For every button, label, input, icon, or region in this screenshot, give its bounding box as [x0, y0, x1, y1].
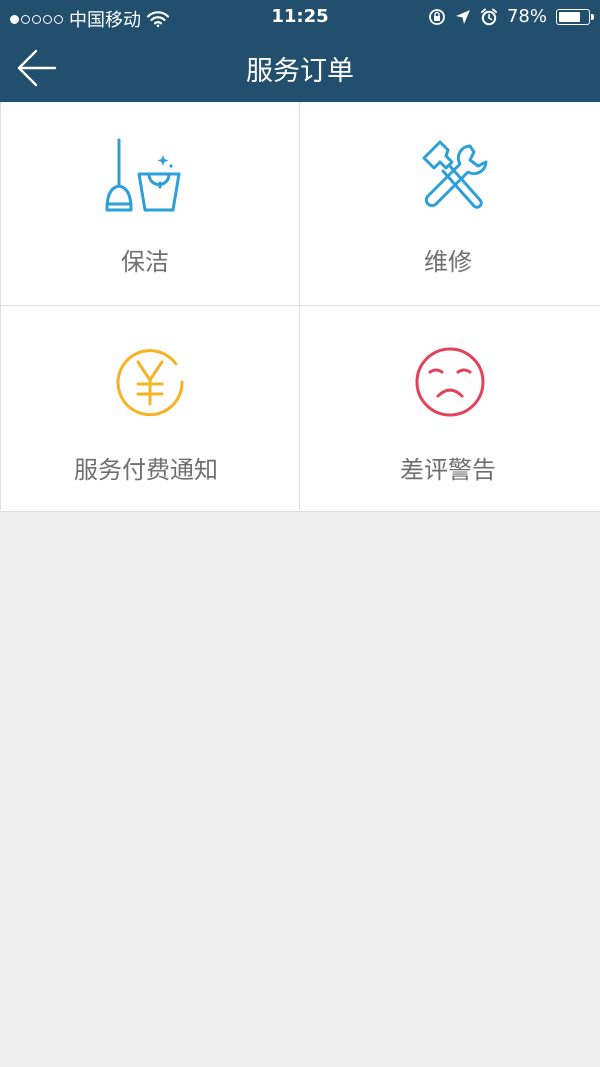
- rotation-lock-icon: [429, 8, 445, 25]
- tile-payment-notice[interactable]: 服务付费通知: [0, 306, 300, 510]
- battery-percent: 78%: [506, 6, 547, 27]
- sad-face-icon: [408, 340, 492, 424]
- top-bar: 中国移动 11:25 78% 服务订单: [0, 0, 600, 102]
- battery-fill: [559, 11, 580, 22]
- mop-bucket-icon: [105, 136, 189, 220]
- tile-label: 维修: [424, 248, 472, 276]
- yen-coin-icon: [108, 340, 192, 424]
- alarm-clock-icon: [480, 8, 497, 25]
- service-grid: 保洁 维修 服务付费通知 差评警告: [0, 102, 600, 512]
- tile-repair[interactable]: 维修: [300, 102, 600, 306]
- tile-label: 服务付费通知: [74, 456, 218, 484]
- status-bar: 中国移动 11:25 78%: [0, 0, 600, 34]
- status-right: 78%: [428, 6, 594, 27]
- service-orders-screen: 中国移动 11:25 78% 服务订单 保洁 维修 服务付费通知 差评警告: [0, 0, 600, 1067]
- tile-cleaning[interactable]: 保洁: [0, 102, 300, 306]
- tile-label: 差评警告: [400, 456, 496, 484]
- location-arrow-icon: [455, 9, 470, 24]
- hammer-wrench-icon: [408, 136, 492, 220]
- page-title: 服务订单: [246, 56, 354, 87]
- battery-icon: [556, 8, 594, 25]
- tile-label: 保洁: [121, 248, 169, 276]
- navigation-bar: 服务订单: [0, 34, 600, 102]
- tile-negative-review-warning[interactable]: 差评警告: [300, 306, 600, 510]
